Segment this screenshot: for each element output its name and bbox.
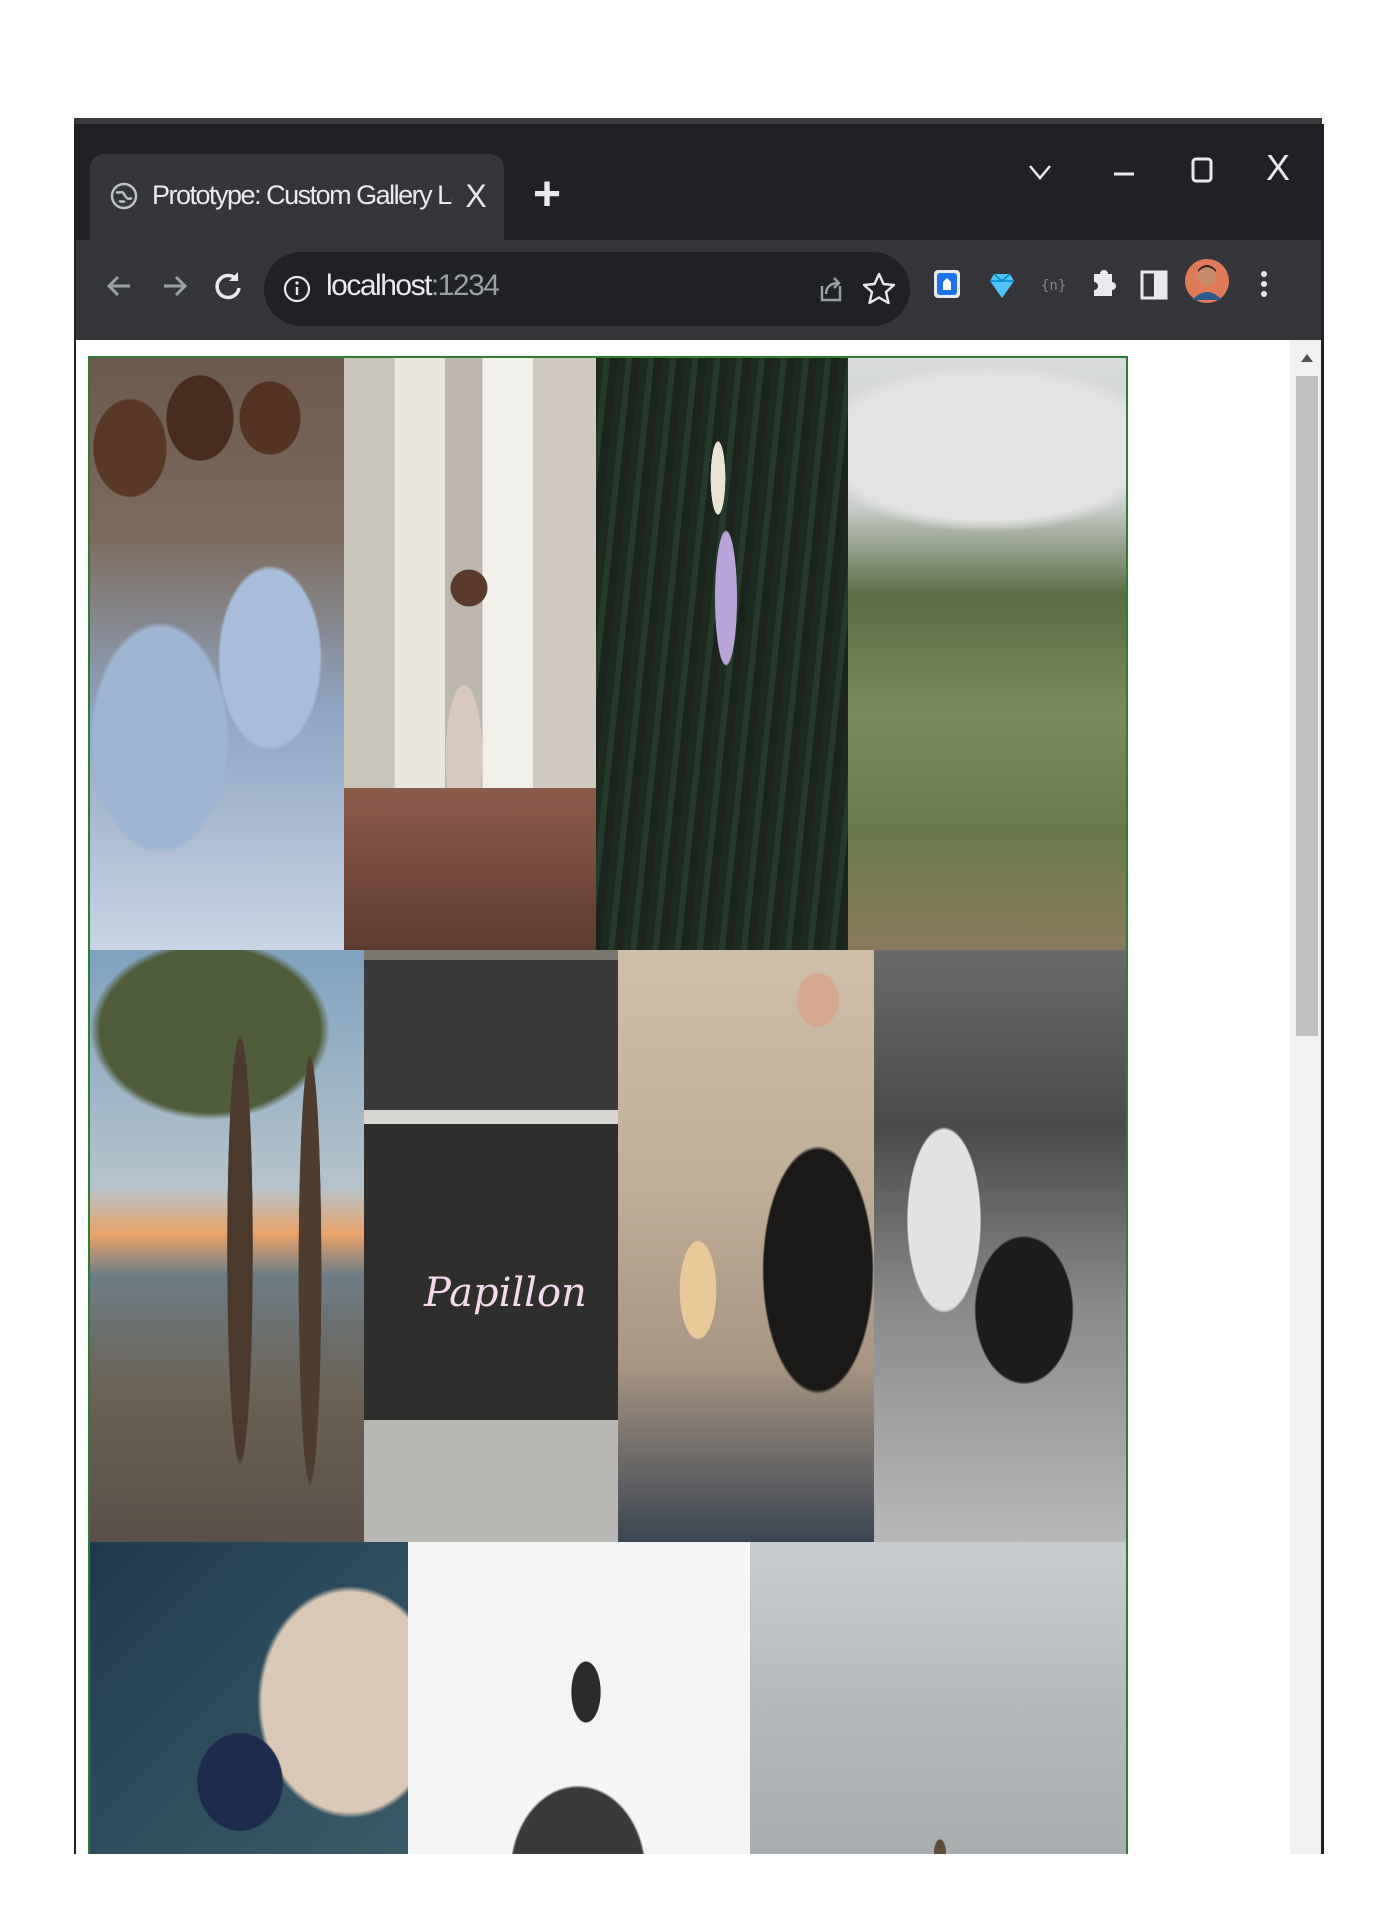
scrollbar-thumb[interactable] bbox=[1296, 376, 1318, 1036]
gallery-photo-children-knitting[interactable] bbox=[90, 358, 344, 950]
profile-avatar[interactable] bbox=[1184, 258, 1230, 304]
gallery-photo-wolf-portrait[interactable] bbox=[408, 1542, 750, 1854]
tab-close-button[interactable]: X bbox=[458, 176, 494, 216]
gallery-photo-papillon-shop-front[interactable]: Papillon bbox=[364, 950, 618, 1542]
tab-strip: Prototype: Custom Gallery Layout X + X bbox=[76, 124, 1321, 240]
info-icon[interactable] bbox=[282, 274, 312, 304]
share-icon[interactable] bbox=[814, 272, 848, 306]
extension-gem-icon[interactable] bbox=[982, 264, 1022, 304]
gallery-photo-trees-at-sunset-shore[interactable] bbox=[90, 950, 364, 1542]
bookmark-star-icon[interactable] bbox=[860, 270, 898, 308]
gallery-photo-foxglove-flower[interactable] bbox=[596, 358, 848, 950]
gallery-photo-cameraman-black-and-white[interactable] bbox=[874, 950, 1126, 1542]
side-panel-icon[interactable] bbox=[1134, 264, 1174, 304]
maximize-icon[interactable] bbox=[1182, 150, 1222, 190]
gallery-photo-woman-with-coffee[interactable] bbox=[618, 950, 874, 1542]
back-arrow-icon[interactable] bbox=[100, 266, 140, 306]
extension-shield-icon[interactable] bbox=[928, 264, 968, 304]
scroll-up-arrow-icon[interactable] bbox=[1296, 348, 1318, 368]
screenshot-page: Prototype: Custom Gallery Layout X + X bbox=[0, 0, 1388, 1915]
url-port: :1234 bbox=[430, 269, 500, 302]
svg-text:{n}: {n} bbox=[1041, 278, 1066, 294]
browser-window: Prototype: Custom Gallery Layout X + X bbox=[74, 124, 1324, 1854]
gallery-photo-woman-holding-book[interactable] bbox=[90, 1542, 408, 1854]
gallery-photo-misty-mountain-trail[interactable] bbox=[848, 358, 1126, 950]
gallery-grid: Papillon bbox=[88, 356, 1128, 1854]
url-text: localhost:1234 bbox=[326, 269, 500, 303]
address-bar[interactable]: localhost:1234 bbox=[264, 252, 910, 326]
puzzle-piece-icon[interactable] bbox=[1082, 264, 1122, 304]
gallery-photo-woman-at-building-columns[interactable] bbox=[344, 358, 596, 950]
forward-arrow-icon[interactable] bbox=[154, 266, 194, 306]
kebab-menu-icon[interactable] bbox=[1244, 264, 1284, 304]
minimize-icon[interactable] bbox=[1104, 154, 1144, 190]
chevron-down-icon[interactable] bbox=[1022, 154, 1058, 190]
window-close-button[interactable]: X bbox=[1256, 146, 1300, 190]
new-tab-button[interactable]: + bbox=[522, 170, 572, 220]
browser-toolbar: localhost:1234 {n} bbox=[76, 240, 1321, 340]
gallery-photo-cloudy-sky-figure[interactable] bbox=[750, 1542, 1126, 1854]
tab-title: Prototype: Custom Gallery Layout bbox=[152, 180, 452, 210]
extension-brackets-icon[interactable]: {n} bbox=[1034, 264, 1074, 304]
reload-icon[interactable] bbox=[208, 266, 248, 306]
page-viewport: Papillon bbox=[76, 340, 1321, 1854]
shop-neon-sign: Papillon bbox=[424, 1270, 587, 1316]
url-host: localhost bbox=[326, 269, 432, 302]
photo-detail-floor bbox=[344, 788, 596, 950]
active-tab[interactable]: Prototype: Custom Gallery Layout X bbox=[90, 154, 504, 240]
globe-icon bbox=[110, 182, 138, 210]
